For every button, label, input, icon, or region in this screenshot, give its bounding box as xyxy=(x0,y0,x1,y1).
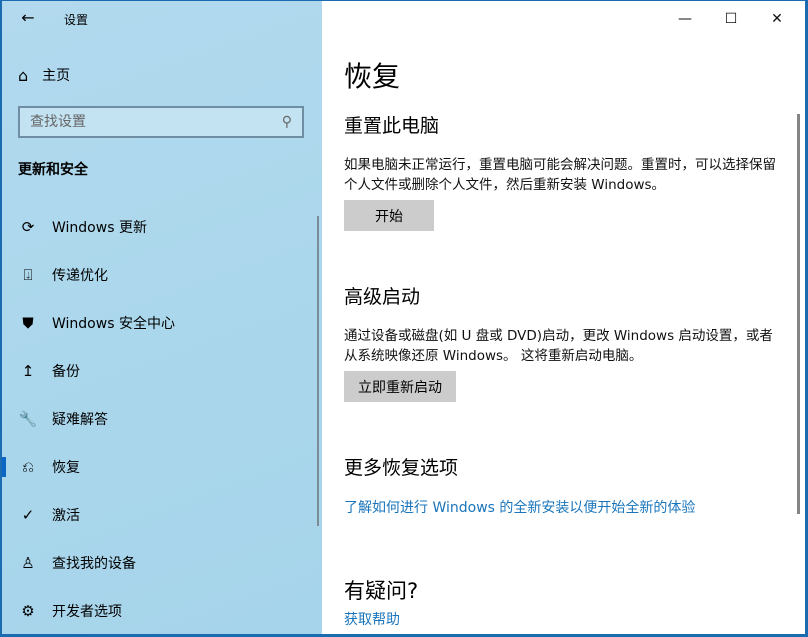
search-icon[interactable]: ⚲ xyxy=(282,114,292,130)
app-title: 设置 xyxy=(64,11,88,28)
sidebar-item-backup[interactable]: ↥ 备份 xyxy=(2,347,318,395)
content-scrollbar[interactable] xyxy=(797,114,800,514)
minimize-icon: — xyxy=(678,11,692,27)
sidebar-item-label: 备份 xyxy=(52,361,80,381)
maximize-button[interactable]: ☐ xyxy=(708,7,754,31)
get-help-link[interactable]: 获取帮助 xyxy=(344,609,400,629)
sidebar-item-label: Windows 更新 xyxy=(52,217,147,237)
nav-list: ⟳ Windows 更新 ⍗ 传递优化 ⛊ Windows 安全中心 ↥ 备份 🔧 疑难解… xyxy=(2,203,318,634)
help-heading: 有疑问? xyxy=(344,575,418,605)
close-button[interactable]: ✕ xyxy=(754,7,800,31)
sidebar-item-label: 疑难解答 xyxy=(52,409,108,429)
developer-tools-icon: ⚙ xyxy=(18,602,38,620)
close-icon: ✕ xyxy=(771,11,783,27)
home-link[interactable]: ⌂ 主页 xyxy=(18,65,70,85)
backup-arrow-icon: ↥ xyxy=(18,362,38,380)
reset-heading: 重置此电脑 xyxy=(344,111,439,138)
advanced-startup-heading: 高级启动 xyxy=(344,282,420,309)
sidebar-item-recovery[interactable]: ⎌ 恢复 xyxy=(2,443,318,491)
reset-start-button[interactable]: 开始 xyxy=(344,200,434,231)
sidebar-item-windows-update[interactable]: ⟳ Windows 更新 xyxy=(2,203,318,251)
sidebar-item-troubleshoot[interactable]: 🔧 疑难解答 xyxy=(2,395,318,443)
search-box[interactable]: ⚲ xyxy=(18,106,304,138)
back-arrow-icon: ← xyxy=(21,8,34,27)
sidebar-item-developer[interactable]: ⚙ 开发者选项 xyxy=(2,587,318,634)
sidebar-item-activation[interactable]: ✓ 激活 xyxy=(2,491,318,539)
sidebar-item-windows-security[interactable]: ⛊ Windows 安全中心 xyxy=(2,299,318,347)
find-device-icon: ♙ xyxy=(18,554,38,572)
sidebar-scrollbar[interactable] xyxy=(317,216,319,526)
shield-icon: ⛊ xyxy=(18,314,38,332)
sidebar-item-label: 恢复 xyxy=(52,457,80,477)
recovery-icon: ⎌ xyxy=(18,458,38,476)
home-icon: ⌂ xyxy=(18,66,28,85)
delivery-icon: ⍗ xyxy=(18,266,38,284)
sidebar-item-label: 传递优化 xyxy=(52,265,108,285)
fresh-install-link[interactable]: 了解如何进行 Windows 的全新安装以便开始全新的体验 xyxy=(344,497,695,517)
advanced-startup-description: 通过设备或磁盘(如 U 盘或 DVD)启动，更改 Windows 启动设置，或者… xyxy=(344,326,784,366)
wrench-icon: 🔧 xyxy=(18,410,38,428)
settings-window: ← 设置 ⌂ 主页 ⚲ 更新和安全 ⟳ Windows 更新 ⍗ 传递优化 ⛊ Win… xyxy=(2,1,805,634)
content-pane: — ☐ ✕ 恢复 重置此电脑 如果电脑未正常运行，重置电脑可能会解决问题。重置时… xyxy=(322,1,805,634)
home-label: 主页 xyxy=(42,65,70,85)
sidebar-item-label: 激活 xyxy=(52,505,80,525)
sidebar-item-delivery-optimization[interactable]: ⍗ 传递优化 xyxy=(2,251,318,299)
check-circle-icon: ✓ xyxy=(18,506,38,524)
search-input[interactable] xyxy=(30,114,282,130)
sidebar-item-label: 查找我的设备 xyxy=(52,553,136,573)
sidebar: ← 设置 ⌂ 主页 ⚲ 更新和安全 ⟳ Windows 更新 ⍗ 传递优化 ⛊ Win… xyxy=(2,1,322,634)
restart-now-button[interactable]: 立即重新启动 xyxy=(344,371,456,402)
sidebar-item-find-my-device[interactable]: ♙ 查找我的设备 xyxy=(2,539,318,587)
minimize-button[interactable]: — xyxy=(662,7,708,31)
sidebar-item-label: Windows 安全中心 xyxy=(52,313,175,333)
reset-description: 如果电脑未正常运行，重置电脑可能会解决问题。重置时，可以选择保留个人文件或删除个… xyxy=(344,155,784,195)
sidebar-item-label: 开发者选项 xyxy=(52,601,122,621)
group-heading: 更新和安全 xyxy=(18,159,88,179)
refresh-icon: ⟳ xyxy=(18,218,38,236)
back-button[interactable]: ← xyxy=(16,7,40,31)
maximize-icon: ☐ xyxy=(725,11,738,27)
more-options-heading: 更多恢复选项 xyxy=(344,453,458,480)
page-title: 恢复 xyxy=(344,55,400,95)
